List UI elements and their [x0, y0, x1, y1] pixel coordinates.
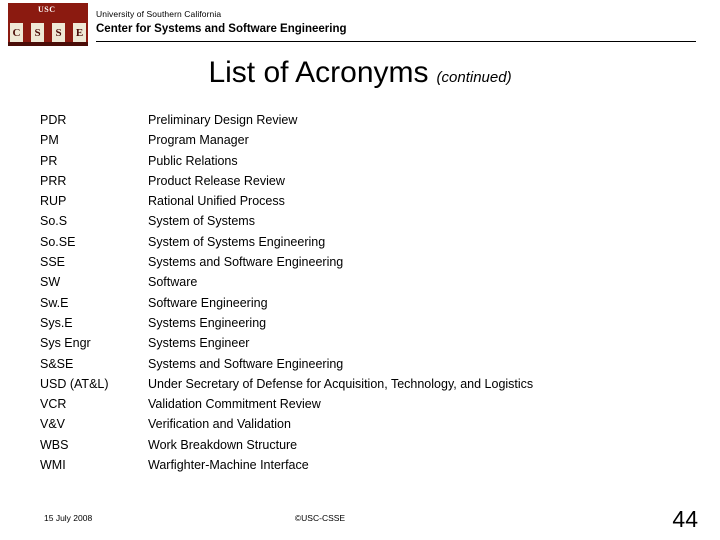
logo-column-s2: S: [52, 23, 65, 42]
acronym-expansion: Product Release Review: [148, 173, 285, 188]
list-item: PR Public Relations: [40, 151, 680, 171]
organization-center: Center for Systems and Software Engineer…: [96, 23, 347, 35]
acronym-abbr: SW: [40, 275, 61, 290]
list-item: So.SE System of Systems Engineering: [40, 232, 680, 252]
list-item: USD (AT&L) Under Secretary of Defense fo…: [40, 374, 680, 394]
list-item: PDR Preliminary Design Review: [40, 110, 680, 130]
page-title-text: List of Acronyms: [208, 56, 429, 89]
list-item: So.S System of Systems: [40, 211, 680, 231]
list-item: V&V Verification and Validation: [40, 414, 680, 434]
list-item: VCR Validation Commitment Review: [40, 394, 680, 414]
acronym-abbr: Sys.E: [40, 315, 73, 330]
list-item: SSE Systems and Software Engineering: [40, 252, 680, 272]
list-item: S&SE Systems and Software Engineering: [40, 354, 680, 374]
acronym-expansion: Systems and Software Engineering: [148, 255, 344, 270]
slide-header: USC C S S E University of Southern Calif…: [0, 0, 720, 46]
acronym-expansion: Verification and Validation: [148, 417, 291, 432]
acronym-expansion: System of Systems Engineering: [148, 234, 326, 249]
list-item: WMI Warfighter-Machine Interface: [40, 455, 680, 475]
acronym-abbr: PR: [40, 153, 58, 168]
acronym-expansion: Rational Unified Process: [148, 194, 285, 209]
logo-column-c: C: [10, 23, 23, 42]
acronym-expansion: Public Relations: [148, 153, 238, 168]
acronym-abbr: PM: [40, 133, 59, 148]
acronym-abbr: SSE: [40, 255, 66, 270]
logo-column-e: E: [73, 23, 86, 42]
acronym-abbr: Sw.E: [40, 295, 69, 310]
acronym-abbr: PDR: [40, 113, 67, 127]
organization-university: University of Southern California: [96, 9, 222, 19]
acronym-expansion: Systems Engineer: [148, 336, 250, 351]
acronym-expansion: Software Engineering: [148, 295, 268, 310]
acronym-abbr: V&V: [40, 417, 66, 432]
acronym-abbr: USD (AT&L): [40, 376, 109, 391]
acronym-abbr: Sys Engr: [40, 336, 91, 351]
acronym-abbr: VCR: [40, 397, 67, 412]
list-item: Sys Engr Systems Engineer: [40, 333, 680, 353]
page-number: 44: [672, 506, 698, 532]
acronym-expansion: Preliminary Design Review: [148, 113, 298, 127]
footer-copyright: ©USC-CSSE: [294, 513, 346, 523]
header-divider-left: [96, 41, 372, 42]
footer-date: 15 July 2008: [44, 513, 93, 523]
usc-csse-logo: USC C S S E: [8, 3, 88, 46]
acronym-expansion: Work Breakdown Structure: [148, 437, 298, 452]
list-item: Sys.E Systems Engineering: [40, 313, 680, 333]
logo-column-s1: S: [31, 23, 44, 42]
acronym-abbr: So.S: [40, 214, 68, 229]
acronym-expansion: Under Secretary of Defense for Acquisiti…: [148, 376, 534, 391]
logo-usc-text: USC: [38, 5, 56, 14]
list-item: PRR Product Release Review: [40, 171, 680, 191]
acronym-expansion: Software: [148, 275, 198, 290]
logo-columns: C S S E: [8, 23, 88, 42]
acronym-list: PDR Preliminary Design Review PM Program…: [40, 110, 680, 475]
list-item: WBS Work Breakdown Structure: [40, 435, 680, 455]
acronym-expansion: System of Systems: [148, 214, 255, 229]
acronym-abbr: So.SE: [40, 234, 76, 249]
list-item: Sw.E Software Engineering: [40, 293, 680, 313]
list-item: SW Software: [40, 272, 680, 292]
acronym-abbr: WMI: [40, 458, 66, 473]
list-item: PM Program Manager: [40, 130, 680, 150]
page-title-continued: (continued): [436, 69, 512, 86]
acronym-expansion: Validation Commitment Review: [148, 397, 321, 412]
list-item: RUP Rational Unified Process: [40, 191, 680, 211]
header-divider-right: [372, 41, 696, 42]
acronym-abbr: PRR: [40, 173, 67, 188]
acronym-abbr: RUP: [40, 194, 67, 209]
acronym-expansion: Systems Engineering: [148, 315, 267, 330]
acronym-expansion: Systems and Software Engineering: [148, 356, 344, 371]
logo-base: [8, 42, 88, 46]
acronym-expansion: Program Manager: [148, 133, 249, 148]
acronym-expansion: Warfighter-Machine Interface: [148, 458, 309, 473]
acronym-abbr: S&SE: [40, 356, 74, 371]
page-title: List of Acronyms (continued): [0, 56, 720, 90]
acronym-abbr: WBS: [40, 437, 69, 452]
